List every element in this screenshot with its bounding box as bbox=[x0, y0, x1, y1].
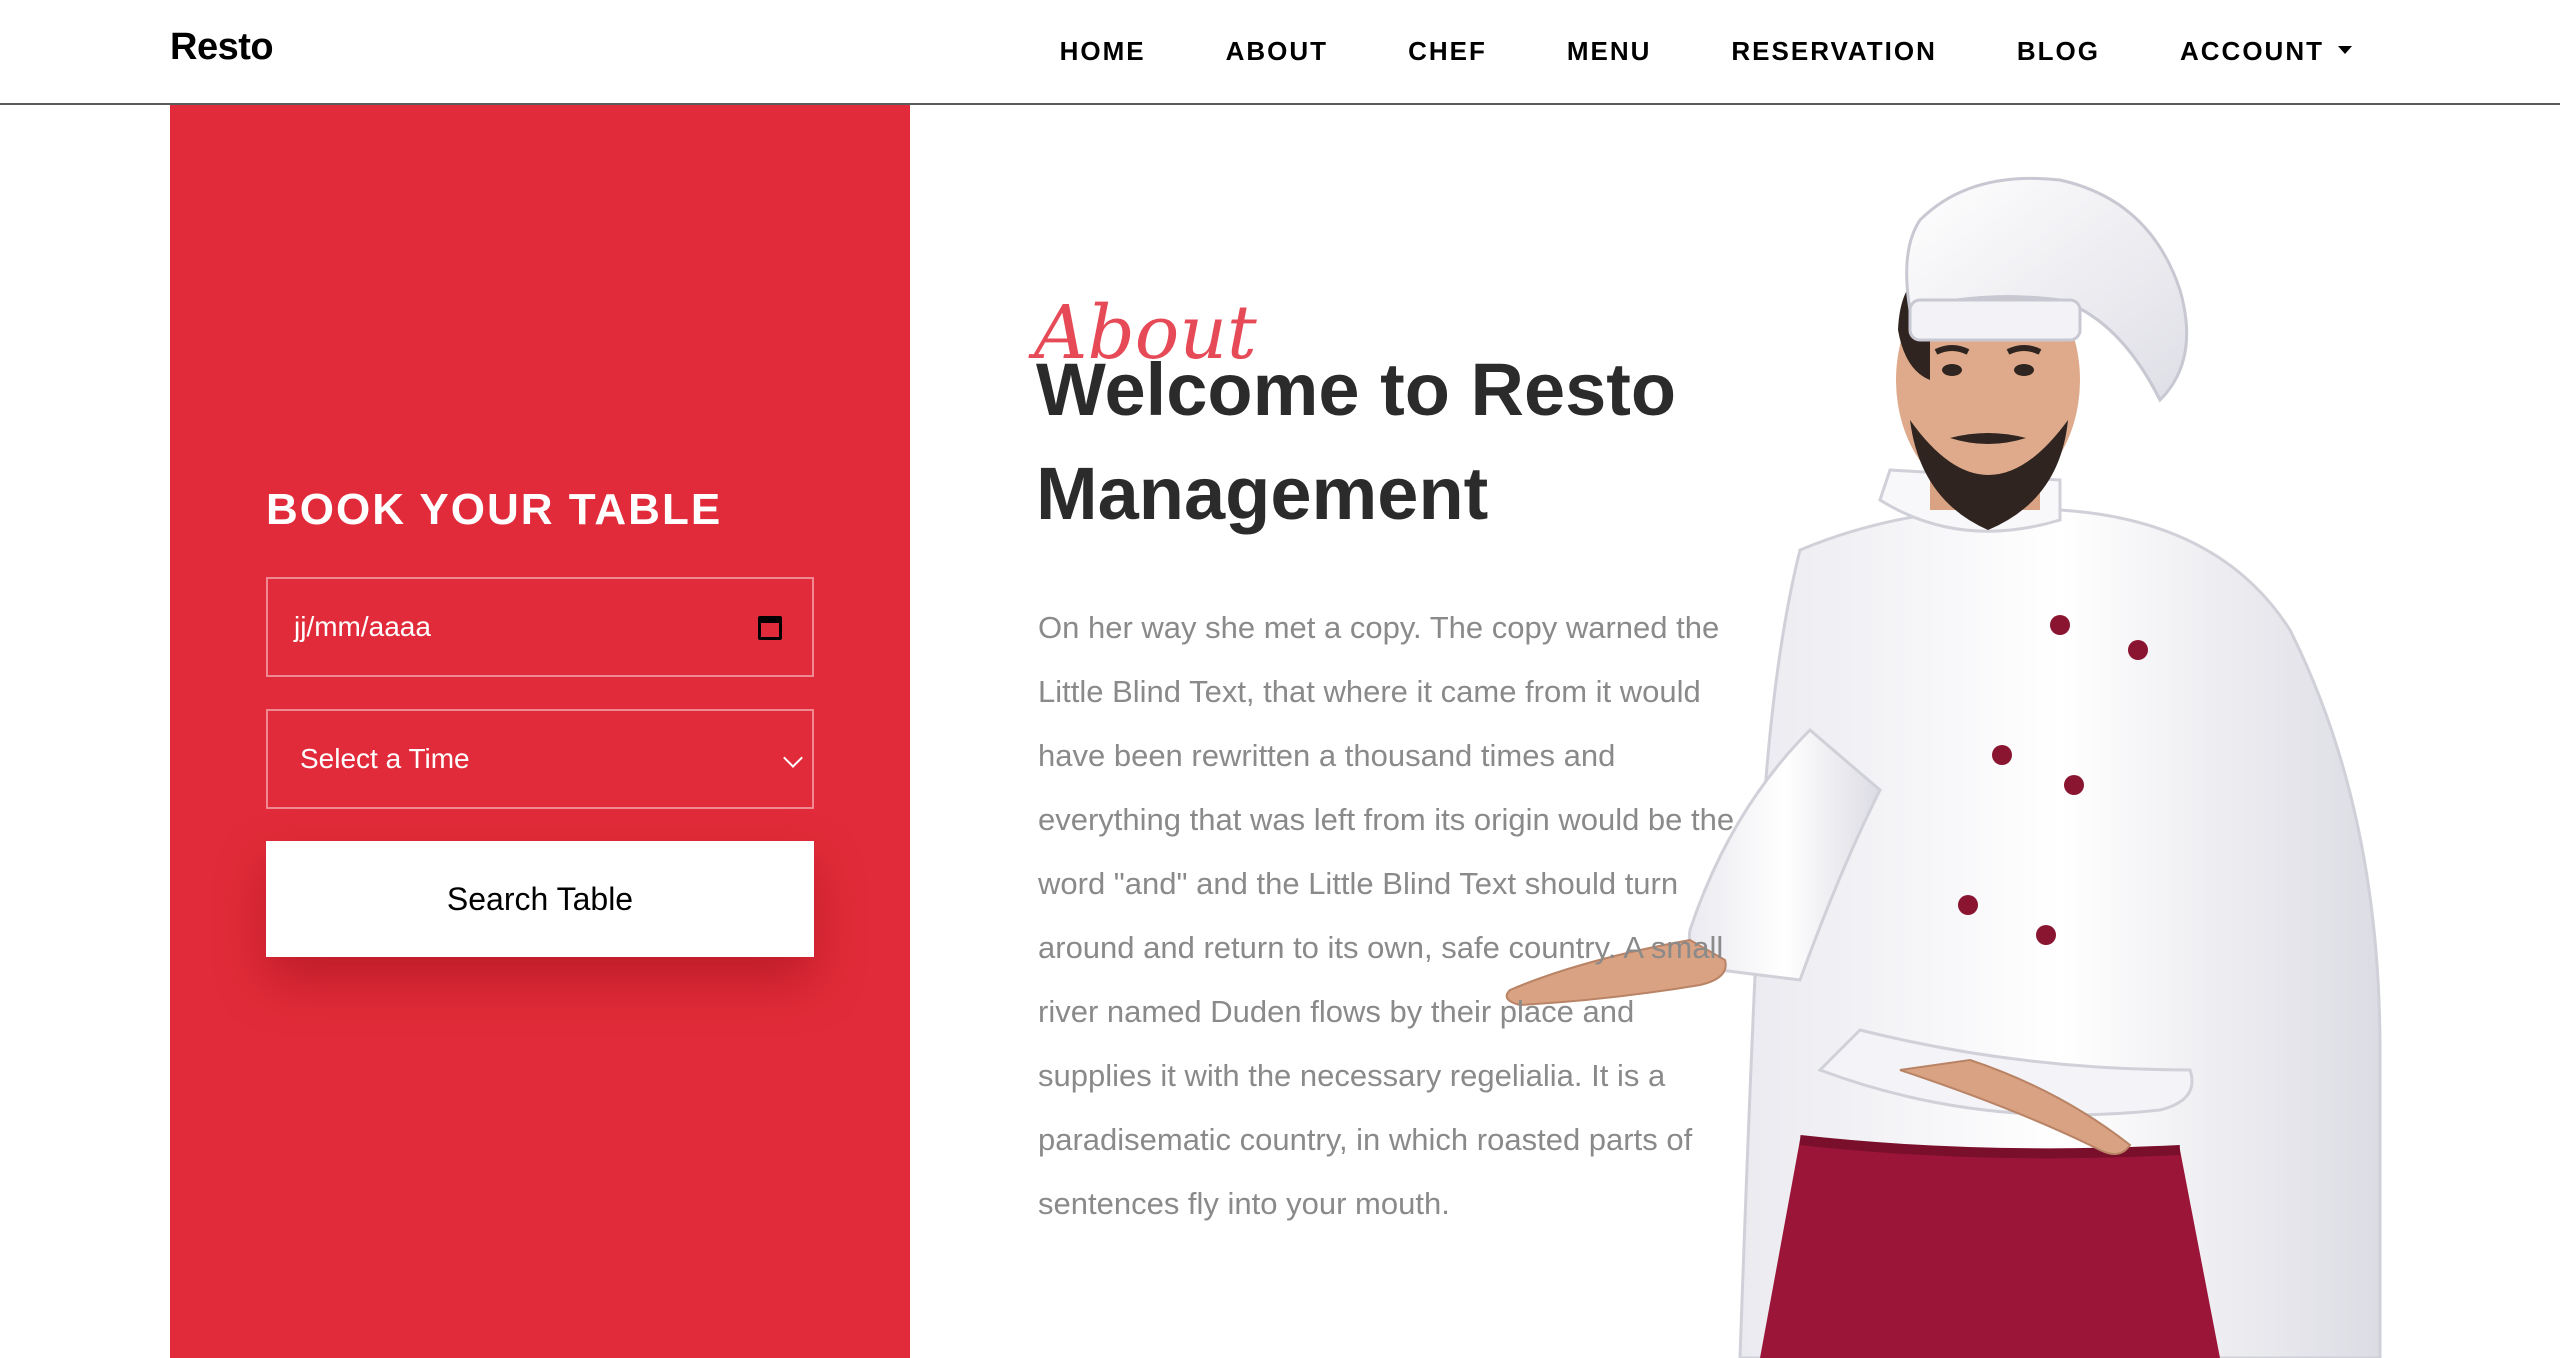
nav-home[interactable]: HOME bbox=[1060, 36, 1146, 67]
nav-about[interactable]: ABOUT bbox=[1226, 36, 1328, 67]
nav-menu[interactable]: MENU bbox=[1567, 36, 1652, 67]
caret-down-icon bbox=[2338, 46, 2352, 55]
search-table-button[interactable]: Search Table bbox=[266, 841, 814, 957]
nav-reservation[interactable]: RESERVATION bbox=[1731, 36, 1936, 67]
about-description: On her way she met a copy. The copy warn… bbox=[1038, 610, 1735, 1221]
top-navbar: Resto HOME ABOUT CHEF MENU RESERVATION B… bbox=[0, 0, 2560, 105]
main-nav: HOME ABOUT CHEF MENU RESERVATION BLOG AC… bbox=[1060, 0, 2560, 103]
time-select[interactable]: Select a Time bbox=[266, 709, 814, 809]
nav-account-label: ACCOUNT bbox=[2180, 36, 2324, 66]
brand-logo[interactable]: Resto bbox=[170, 26, 274, 69]
nav-account-dropdown[interactable]: ACCOUNT bbox=[2180, 36, 2352, 67]
chevron-down-icon bbox=[783, 748, 803, 768]
nav-blog[interactable]: BLOG bbox=[2017, 36, 2100, 67]
time-select-value: Select a Time bbox=[300, 743, 470, 774]
date-input[interactable]: jj/mm/aaaa bbox=[266, 577, 814, 677]
date-input-placeholder: jj/mm/aaaa bbox=[294, 611, 431, 642]
booking-panel: BOOK YOUR TABLE jj/mm/aaaa Select a Time… bbox=[170, 105, 910, 1358]
calendar-icon[interactable] bbox=[758, 616, 782, 640]
nav-chef[interactable]: CHEF bbox=[1408, 36, 1487, 67]
booking-title: BOOK YOUR TABLE bbox=[266, 485, 723, 534]
